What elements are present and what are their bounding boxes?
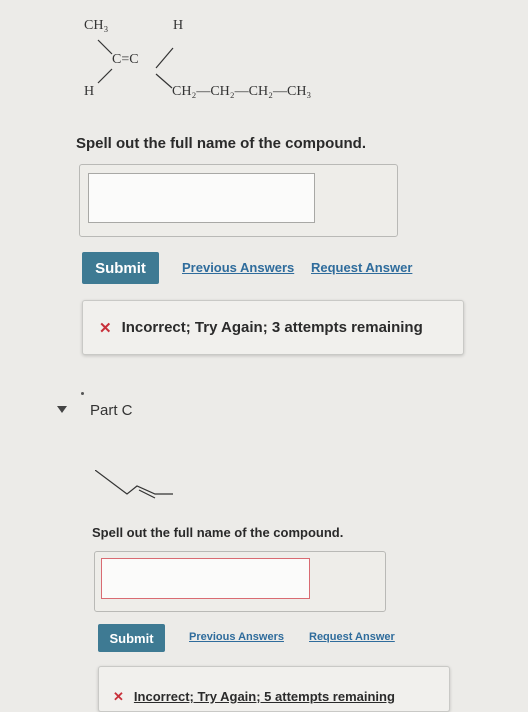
part-b-feedback-text: Incorrect; Try Again; 3 attempts remaini… <box>121 319 423 336</box>
part-b-structure: CH₃ H C=C H CH₂—CH₂—CH₂—CH₃ <box>70 14 390 104</box>
part-c-collapse-toggle[interactable] <box>57 406 69 416</box>
part-b-question: Spell out the full name of the compound. <box>76 135 366 152</box>
part-b-feedback-box: ✕ Incorrect; Try Again; 3 attempts remai… <box>82 300 464 355</box>
x-mark-icon: ✕ <box>113 689 124 704</box>
ch3-label: CH₃ <box>84 18 109 33</box>
part-c-skeletal-structure <box>95 470 173 499</box>
part-c-feedback-box: ✕ Incorrect; Try Again; 5 attempts remai… <box>98 666 450 712</box>
h-top-label: H <box>173 18 184 33</box>
part-c-question: Spell out the full name of the compound. <box>92 525 344 540</box>
part-c-feedback-text: Incorrect; Try Again; 5 attempts remaini… <box>133 689 395 704</box>
part-c-request-answer-link[interactable]: Request Answer <box>309 631 395 643</box>
part-b-submit-button[interactable]: Submit <box>82 252 159 284</box>
part-b-previous-answers-link[interactable]: Previous Answers <box>182 260 294 275</box>
part-b-request-answer-link[interactable]: Request Answer <box>311 260 412 275</box>
chain-label: CH₂—CH₂—CH₂—CH₃ <box>172 84 312 99</box>
part-c-answer-input[interactable] <box>101 558 310 599</box>
part-c-title: Part C <box>90 402 133 419</box>
x-mark-icon: ✕ <box>99 319 112 337</box>
part-c-title-bullet <box>81 392 84 395</box>
part-c-submit-button[interactable]: Submit <box>98 624 165 652</box>
part-b-answer-input[interactable] <box>88 173 315 223</box>
caret-down-icon <box>57 406 67 413</box>
h-left-label: H <box>84 84 95 99</box>
alkene-label: C=C <box>112 52 139 67</box>
part-c-previous-answers-link[interactable]: Previous Answers <box>189 631 284 643</box>
